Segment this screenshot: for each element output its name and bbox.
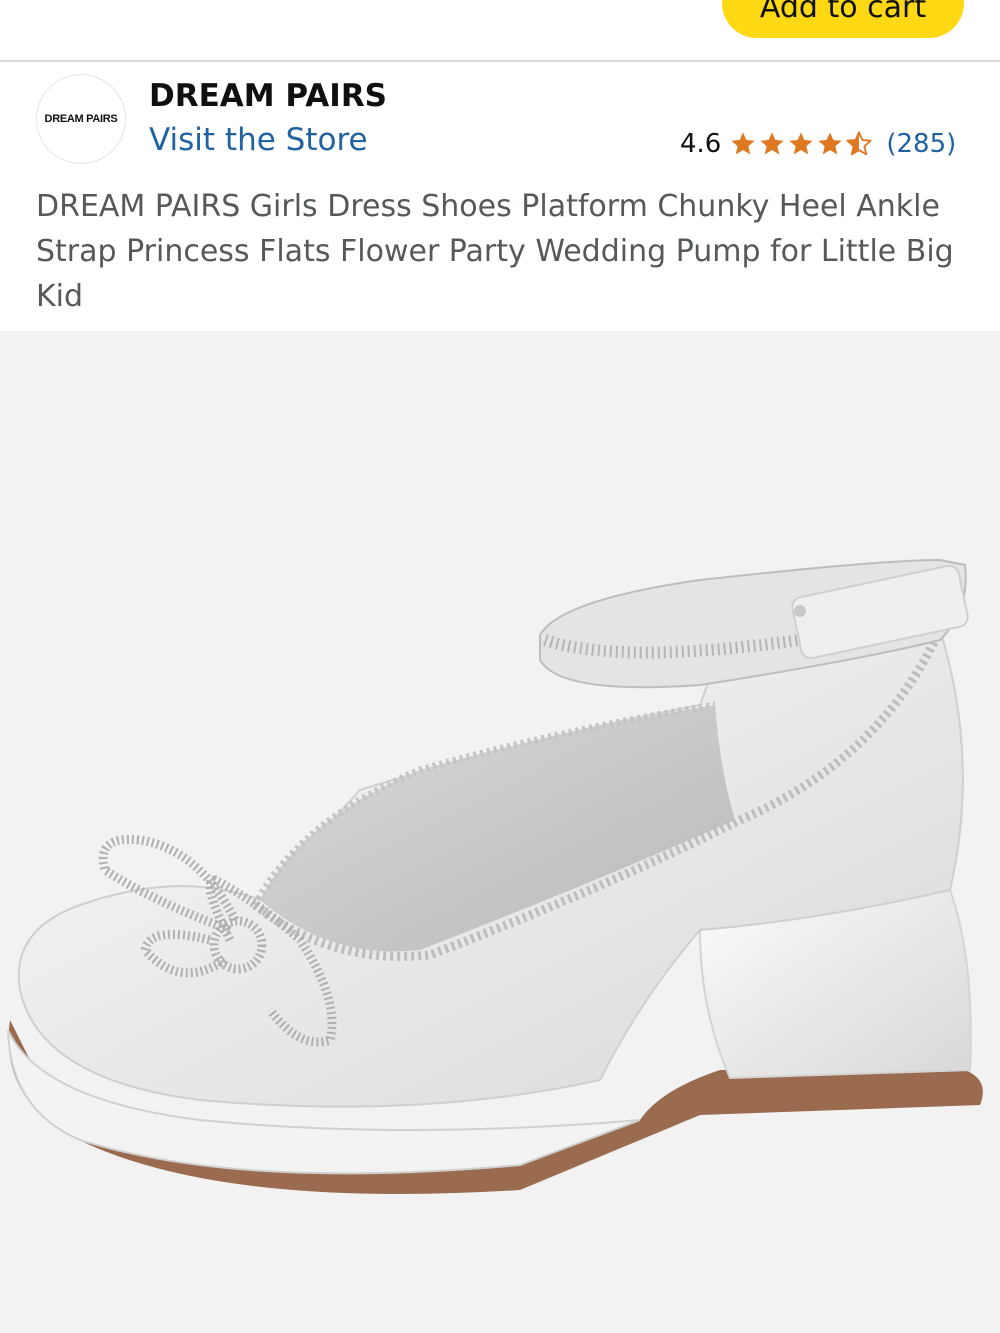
add-to-cart-button[interactable]: Add to cart [722, 0, 964, 38]
rating-summary[interactable]: 4.6 (285) [680, 126, 956, 162]
rating-score: 4.6 [680, 129, 722, 159]
product-title: DREAM PAIRS Girls Dress Shoes Platform C… [36, 189, 954, 314]
star-full-icon [818, 132, 843, 155]
shoe-illustration [7, 558, 983, 1194]
rating-count-link[interactable]: (285) [886, 129, 956, 159]
star-full-icon [760, 132, 785, 155]
star-half-icon [846, 131, 872, 156]
brand-name: DREAM PAIRS [149, 78, 388, 114]
star-full-icon [789, 132, 814, 155]
top-bar: Add to cart [0, 0, 1000, 62]
brand-logo[interactable]: DREAM PAIRS [36, 74, 126, 164]
brand-logo-text: DREAM PAIRS [44, 113, 118, 125]
product-image[interactable] [0, 331, 1000, 1333]
visit-store-link[interactable]: Visit the Store [149, 122, 368, 158]
star-full-icon [731, 132, 756, 155]
star-rating [729, 130, 874, 158]
